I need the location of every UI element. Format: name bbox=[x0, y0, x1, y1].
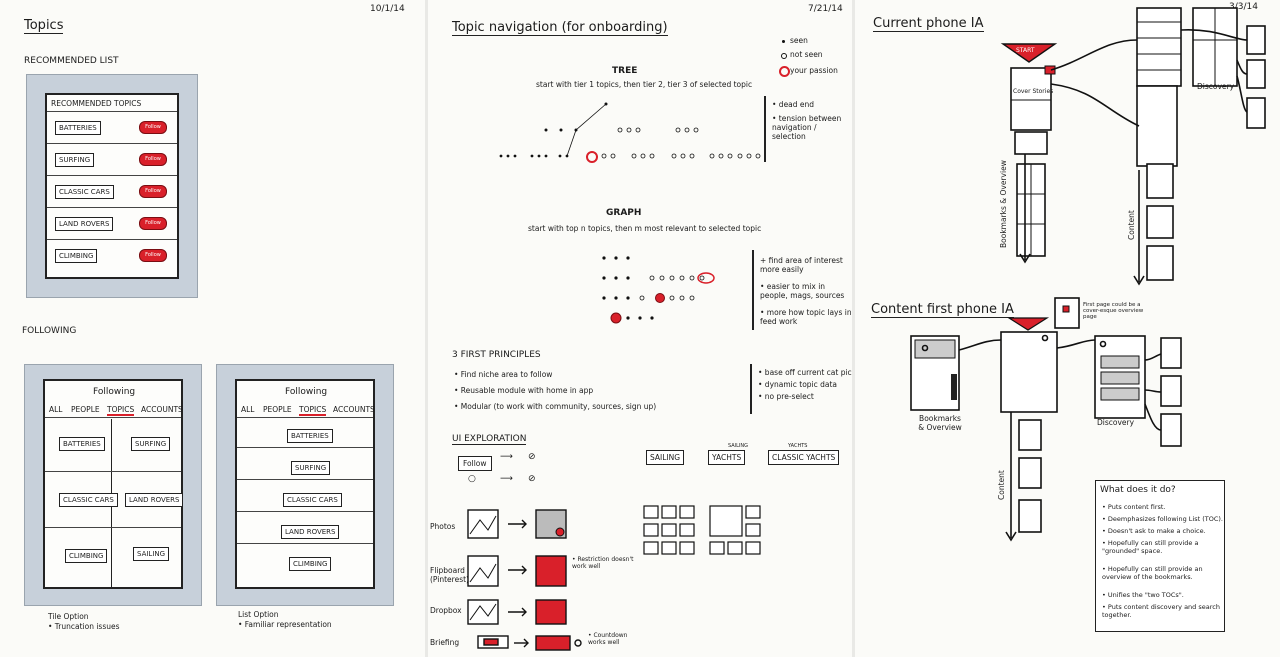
follow-button[interactable]: Follow bbox=[139, 217, 167, 230]
tile-sailing[interactable]: SAILING bbox=[133, 547, 170, 561]
tile-land-rovers[interactable]: LAND ROVERS bbox=[125, 493, 184, 507]
sheet-phone-ia: Current phone IA 3/3/14 START Cover Stor… bbox=[855, 0, 1280, 657]
bookmarks-caption: Bookmarks & Overview bbox=[918, 414, 962, 432]
sheet-title: Topics bbox=[24, 18, 64, 34]
tab-accounts[interactable]: ACCOUNTS bbox=[333, 405, 375, 414]
comparison-sketches bbox=[467, 509, 582, 651]
list-divider bbox=[237, 543, 373, 544]
rec-divider bbox=[47, 111, 177, 112]
tab-divider bbox=[237, 417, 373, 418]
rec-divider bbox=[47, 239, 177, 240]
topic-land-rovers[interactable]: LAND ROVERS bbox=[55, 217, 114, 231]
topic-batteries[interactable]: BATTERIES bbox=[55, 121, 101, 135]
list-surfing[interactable]: SURFING bbox=[291, 461, 331, 475]
note-tag: First page could be a cover-esque overvi… bbox=[1083, 302, 1144, 320]
screen-title: Following bbox=[285, 387, 328, 397]
follow-button[interactable]: Follow bbox=[139, 121, 167, 134]
rec-divider bbox=[47, 175, 177, 176]
what-item: • Unifies the "two TOCs". bbox=[1102, 591, 1184, 599]
what-item: • Puts content first. bbox=[1102, 503, 1166, 511]
tile-phone: Following ALL PEOPLE TOPICS ACCOUNTS BAT… bbox=[24, 364, 202, 606]
sheet-topic-navigation: Topic navigation (for onboarding) 7/21/1… bbox=[428, 0, 852, 657]
list-caption: List Option bbox=[238, 610, 279, 619]
tile-row-divider bbox=[45, 471, 181, 472]
tile-surfing[interactable]: SURFING bbox=[131, 437, 171, 451]
tile-batteries[interactable]: BATTERIES bbox=[59, 437, 105, 451]
list-climbing[interactable]: CLIMBING bbox=[289, 557, 332, 571]
row-note: • Countdown works well bbox=[588, 632, 628, 646]
recommended-heading: RECOMMENDED LIST bbox=[24, 56, 119, 66]
tab-all[interactable]: ALL bbox=[241, 405, 255, 414]
tab-divider bbox=[45, 417, 181, 418]
discovery-label-2: Discovery bbox=[1097, 418, 1135, 427]
what-note-card: What does it do? • Puts content first. •… bbox=[1095, 480, 1225, 632]
tile-climbing[interactable]: CLIMBING bbox=[65, 549, 108, 563]
topic-climbing[interactable]: CLIMBING bbox=[55, 249, 98, 263]
what-item: • Doesn't ask to make a choice. bbox=[1102, 527, 1206, 535]
list-batteries[interactable]: BATTERIES bbox=[287, 429, 333, 443]
tab-people[interactable]: PEOPLE bbox=[71, 405, 100, 414]
list-note: • Familiar representation bbox=[238, 620, 332, 629]
tile-classic-cars[interactable]: CLASSIC CARS bbox=[59, 493, 118, 507]
recommended-topics-label: RECOMMENDED TOPICS bbox=[51, 99, 142, 108]
list-phone: Following ALL PEOPLE TOPICS ACCOUNTS BAT… bbox=[216, 364, 394, 606]
tab-topics[interactable]: TOPICS bbox=[299, 405, 327, 416]
tile-caption: Tile Option bbox=[48, 612, 89, 621]
follow-button[interactable]: Follow bbox=[139, 153, 167, 166]
following-heading: FOLLOWING bbox=[22, 326, 77, 336]
sheet-topics: Topics 10/1/14 RECOMMENDED LIST RECOMMEN… bbox=[0, 0, 425, 657]
topic-surfing[interactable]: SURFING bbox=[55, 153, 95, 167]
what-item: • Hopefully can still provide a "grounde… bbox=[1102, 539, 1199, 555]
tile-screen: Following ALL PEOPLE TOPICS ACCOUNTS BAT… bbox=[43, 379, 184, 589]
recommended-phone: RECOMMENDED TOPICS BATTERIES SURFING CLA… bbox=[26, 74, 198, 298]
tile-note: • Truncation issues bbox=[48, 622, 120, 631]
screen-title: Following bbox=[93, 387, 136, 397]
tab-all[interactable]: ALL bbox=[49, 405, 63, 414]
content-label-2: Content bbox=[997, 470, 1006, 500]
tile-row-divider bbox=[45, 527, 181, 528]
tab-topics[interactable]: TOPICS bbox=[107, 405, 135, 416]
follow-button[interactable]: Follow bbox=[139, 249, 167, 262]
list-land-rovers[interactable]: LAND ROVERS bbox=[281, 525, 340, 539]
topic-classic-cars[interactable]: CLASSIC CARS bbox=[55, 185, 114, 199]
follow-button[interactable]: Follow bbox=[139, 185, 167, 198]
list-divider bbox=[237, 447, 373, 448]
row-note: • Restriction doesn't work well bbox=[572, 556, 634, 570]
sheet-date: 10/1/14 bbox=[370, 4, 405, 14]
what-heading: What does it do? bbox=[1100, 485, 1176, 495]
list-screen: Following ALL PEOPLE TOPICS ACCOUNTS BAT… bbox=[235, 379, 375, 589]
what-item: • Deemphasizes following List (TOC). bbox=[1102, 515, 1223, 523]
rec-divider bbox=[47, 143, 177, 144]
tab-people[interactable]: PEOPLE bbox=[263, 405, 292, 414]
list-divider bbox=[237, 479, 373, 480]
tab-accounts[interactable]: ACCOUNTS bbox=[141, 405, 183, 414]
rec-divider bbox=[47, 207, 177, 208]
what-item: • Hopefully can still provide an overvie… bbox=[1102, 565, 1203, 581]
list-classic-cars[interactable]: CLASSIC CARS bbox=[283, 493, 342, 507]
recommended-screen: RECOMMENDED TOPICS BATTERIES SURFING CLA… bbox=[45, 93, 179, 279]
what-item: • Puts content discovery and search toge… bbox=[1102, 603, 1220, 619]
list-divider bbox=[237, 511, 373, 512]
